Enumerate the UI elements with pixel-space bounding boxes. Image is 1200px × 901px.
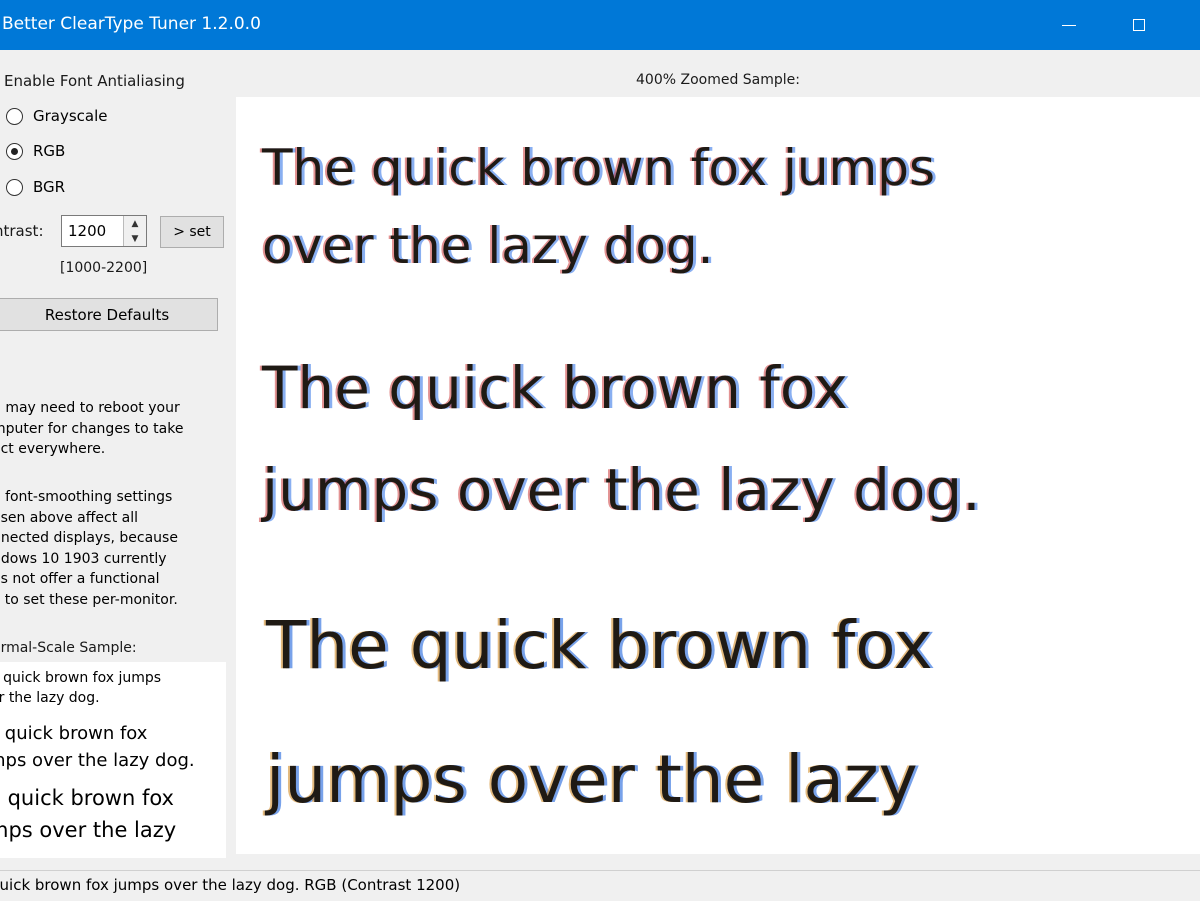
- zoom-line: The quick brown fox: [266, 607, 933, 684]
- zoom-sample-large: The quick brown fox jumps over the lazy: [266, 579, 933, 847]
- sample-medium: e quick brown fox mps over the lazy dog.: [0, 720, 195, 774]
- settings-panel: Enable Font Antialiasing Grayscale RGB B…: [0, 50, 228, 858]
- displays-note: e font-smoothing settings osen above aff…: [0, 487, 228, 610]
- note-line: y to set these per-monitor.: [0, 591, 178, 608]
- note-line: es not offer a functional: [0, 571, 160, 587]
- contrast-range: [1000-2200]: [60, 260, 148, 276]
- zoomed-sample-area: The quick brown fox jumps over the lazy …: [236, 97, 1200, 854]
- zoom-line: jumps over the lazy: [266, 741, 918, 818]
- sample-line: e quick brown fox: [0, 723, 148, 744]
- sample-large: e quick brown fox mps over the lazy: [0, 782, 176, 846]
- radio-button[interactable]: [6, 179, 23, 196]
- sample-small: e quick brown fox jumps er the lazy dog.: [0, 668, 161, 708]
- zoom-sample-small: The quick brown fox jumps over the lazy …: [262, 129, 935, 285]
- note-line: mputer for changes to take: [0, 420, 184, 437]
- radio-label[interactable]: BGR: [33, 178, 65, 196]
- enable-antialiasing-label[interactable]: Enable Font Antialiasing: [4, 72, 185, 90]
- note-line: nnected displays, because: [0, 530, 178, 546]
- note-line: u may need to reboot your: [0, 400, 180, 416]
- stepper-down-icon[interactable]: ▼: [124, 231, 146, 246]
- radio-label[interactable]: RGB: [33, 142, 65, 160]
- set-button[interactable]: > set: [160, 216, 224, 248]
- note-line: osen above affect all: [0, 509, 139, 526]
- status-text: quick brown fox jumps over the lazy dog.…: [0, 876, 461, 894]
- note-line: ndows 10 1903 currently: [0, 550, 167, 567]
- contrast-value[interactable]: 1200: [68, 222, 106, 240]
- sample-line: er the lazy dog.: [0, 690, 100, 706]
- normal-scale-sample: e quick brown fox jumps er the lazy dog.…: [0, 662, 226, 858]
- normal-scale-label: ormal-Scale Sample:: [0, 640, 137, 656]
- minimize-button[interactable]: [1034, 0, 1104, 50]
- zoom-line: over the lazy dog.: [262, 217, 714, 275]
- stepper-up-icon[interactable]: ▲: [124, 216, 146, 231]
- note-line: ect everywhere.: [0, 441, 106, 457]
- maximize-button[interactable]: [1104, 0, 1174, 50]
- contrast-label: ntrast:: [0, 222, 44, 240]
- status-bar: quick brown fox jumps over the lazy dog.…: [0, 870, 1200, 901]
- sample-line: mps over the lazy: [0, 818, 177, 842]
- sample-line: e quick brown fox: [0, 786, 174, 810]
- restore-defaults-button[interactable]: Restore Defaults: [0, 298, 218, 331]
- window-title: Better ClearType Tuner 1.2.0.0: [2, 14, 261, 34]
- stepper-buttons[interactable]: ▲ ▼: [123, 216, 146, 246]
- radio-button[interactable]: [6, 108, 23, 125]
- minimize-icon: [1062, 24, 1076, 26]
- zoom-line: The quick brown fox: [262, 354, 848, 422]
- contrast-stepper[interactable]: 1200 ▲ ▼: [61, 215, 147, 247]
- zoomed-sample-label: 400% Zoomed Sample:: [636, 72, 800, 88]
- zoom-line: jumps over the lazy dog.: [262, 456, 981, 524]
- note-line: e font-smoothing settings: [0, 489, 173, 505]
- title-bar: Better ClearType Tuner 1.2.0.0: [0, 0, 1200, 50]
- radio-selected-dot: [10, 147, 18, 155]
- zoom-sample-medium: The quick brown fox jumps over the lazy …: [262, 337, 981, 541]
- reboot-note: u may need to reboot your mputer for cha…: [0, 398, 228, 460]
- maximize-icon: [1133, 19, 1145, 31]
- sample-line: e quick brown fox jumps: [0, 670, 162, 686]
- radio-button[interactable]: [6, 143, 23, 160]
- radio-label[interactable]: Grayscale: [33, 107, 108, 125]
- zoom-line: The quick brown fox jumps: [262, 139, 936, 197]
- sample-line: mps over the lazy dog.: [0, 750, 195, 771]
